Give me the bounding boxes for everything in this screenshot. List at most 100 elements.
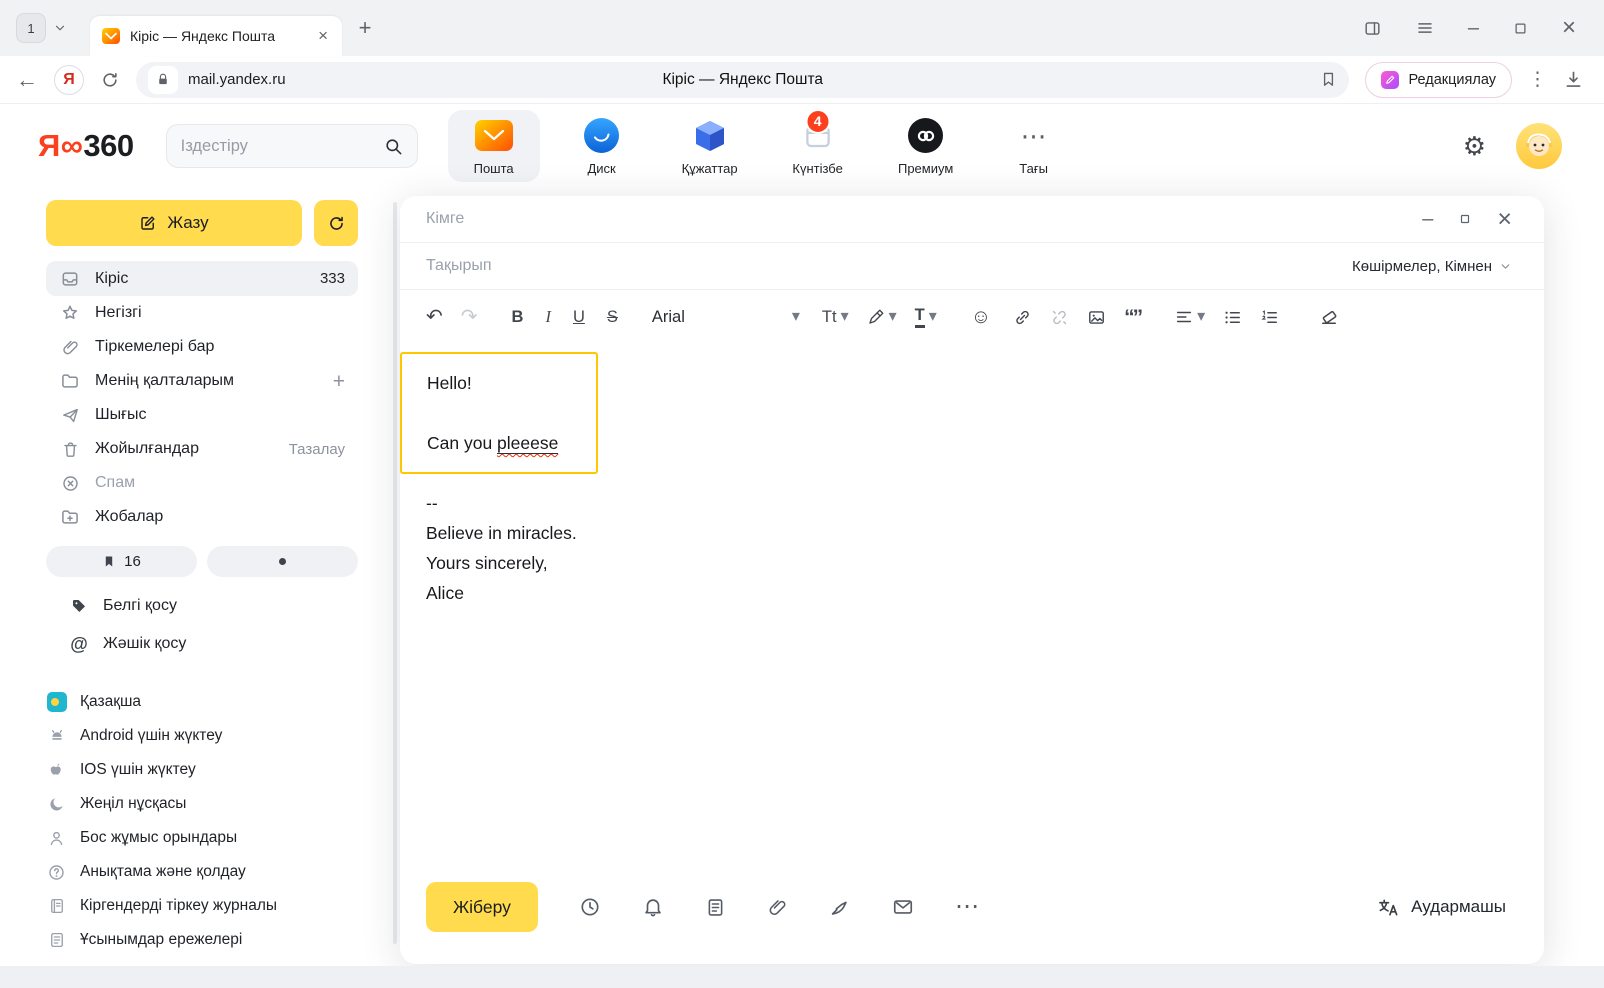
folder-primary[interactable]: Негізгі xyxy=(46,296,358,330)
service-premium[interactable]: Премиум xyxy=(880,110,972,182)
link-label: Ұсынымдар ережелері xyxy=(80,931,242,949)
compose-close-icon[interactable]: × xyxy=(1497,207,1512,232)
add-label-button[interactable]: Белгі қосу xyxy=(68,587,358,625)
align-dropdown[interactable] xyxy=(1175,308,1193,326)
emoji-icon[interactable]: ☺ xyxy=(971,307,991,327)
attach-paperclip-icon[interactable] xyxy=(767,897,788,918)
compose-minimize-icon[interactable]: – xyxy=(1422,209,1433,229)
search-input[interactable]: Іздестіру xyxy=(166,124,418,168)
window-maximize-icon[interactable] xyxy=(1513,21,1528,36)
user-avatar[interactable] xyxy=(1516,123,1562,169)
recommendation-rules-link[interactable]: Ұсынымдар ережелері xyxy=(46,923,358,957)
reminder-bell-icon[interactable] xyxy=(642,896,664,918)
window-close-icon[interactable]: × xyxy=(1562,16,1576,40)
language-link[interactable]: Қазақша xyxy=(46,685,358,719)
bold-button[interactable]: B xyxy=(512,308,524,327)
eraser-icon[interactable] xyxy=(1319,307,1339,327)
document-icon xyxy=(46,931,67,949)
clear-trash-button[interactable]: Тазалау xyxy=(289,441,345,458)
strikethrough-button[interactable]: S xyxy=(607,308,618,327)
add-folder-icon[interactable]: + xyxy=(333,371,345,392)
quote-icon[interactable]: “” xyxy=(1124,307,1141,328)
compose-button[interactable]: Жазу xyxy=(46,200,302,246)
settings-gear-icon[interactable]: ⚙ xyxy=(1463,133,1486,159)
tab-count-button[interactable]: 1 xyxy=(16,13,46,43)
tab-close-icon[interactable]: × xyxy=(316,26,330,46)
folder-projects[interactable]: Жобалар xyxy=(46,500,358,534)
download-icon[interactable] xyxy=(1563,69,1584,90)
bookmark-icon[interactable] xyxy=(1320,71,1337,88)
folder-sent[interactable]: Шығыс xyxy=(46,398,358,432)
chevron-down-icon: ▾ xyxy=(1197,309,1205,325)
yandex-360-logo[interactable]: Я∞360 xyxy=(38,128,134,164)
android-icon xyxy=(46,726,67,746)
envelope-icon[interactable] xyxy=(892,896,914,918)
underline-button[interactable]: U xyxy=(573,308,585,327)
bullet-list-icon[interactable] xyxy=(1223,308,1242,327)
numbered-list-icon[interactable] xyxy=(1260,308,1279,327)
light-version-link[interactable]: Жеңіл нұсқасы xyxy=(46,787,358,821)
redo-icon[interactable]: ↷ xyxy=(461,307,478,327)
service-more[interactable]: ⋯ Тағы xyxy=(988,110,1080,182)
ios-download-link[interactable]: IOS үшін жүктеу xyxy=(46,753,358,787)
vacancies-link[interactable]: Бос жұмыс орындары xyxy=(46,821,358,855)
translator-button[interactable]: Аудармашы xyxy=(1377,896,1506,919)
saved-labels-pill[interactable]: 16 xyxy=(46,546,197,577)
link-icon[interactable] xyxy=(1013,308,1032,327)
font-family-dropdown[interactable]: Arial ▾ xyxy=(652,308,800,327)
search-icon[interactable] xyxy=(384,137,403,156)
apple-icon xyxy=(46,761,67,780)
service-mail[interactable]: Пошта xyxy=(448,110,540,182)
side-panel-icon[interactable] xyxy=(1363,19,1382,38)
folder-inbox[interactable]: Кіріс 333 xyxy=(46,261,358,296)
tab-list-chevron-button[interactable] xyxy=(46,13,74,43)
window-minimize-icon[interactable]: – xyxy=(1468,18,1479,38)
browser-menu-icon[interactable] xyxy=(1416,19,1434,37)
help-support-link[interactable]: Анықтама және қолдау xyxy=(46,855,358,889)
logo-infinity-icon: ∞ xyxy=(61,128,83,164)
folder-with-attachments[interactable]: Тіркемелері бар xyxy=(46,330,358,364)
browser-tab[interactable]: Кіріс — Яндекс Пошта × xyxy=(90,16,342,56)
label-dot-pill[interactable] xyxy=(207,546,358,577)
text-color-button[interactable]: T xyxy=(915,306,925,327)
login-journal-link[interactable]: Кіргендерді тіркеу журналы xyxy=(46,889,358,923)
folder-my-folders[interactable]: Менің қалталарым + xyxy=(46,364,358,398)
service-documents[interactable]: Құжаттар xyxy=(664,110,756,182)
subject-field-placeholder: Тақырып xyxy=(426,257,492,275)
font-size-dropdown[interactable]: Tt xyxy=(822,308,837,327)
to-field[interactable]: Кімге – × xyxy=(400,196,1544,243)
yandex-browser-icon[interactable]: Я xyxy=(54,65,84,95)
to-field-placeholder: Кімге xyxy=(426,210,464,228)
compose-expand-icon[interactable] xyxy=(1459,213,1471,225)
service-calendar[interactable]: 4 Күнтізбе xyxy=(772,110,864,182)
message-body[interactable]: Hello! Can you pleeese -- Believe in mir… xyxy=(400,344,1544,608)
body-line-question: Can you pleeese xyxy=(427,428,596,458)
folder-label: Спам xyxy=(95,474,135,492)
insert-image-icon[interactable] xyxy=(1087,308,1106,327)
folder-spam[interactable]: Спам xyxy=(46,466,358,500)
refresh-button[interactable] xyxy=(314,200,358,246)
highlight-color-button[interactable] xyxy=(867,308,885,326)
sidebar-scrollbar[interactable] xyxy=(393,202,397,944)
schedule-clock-icon[interactable] xyxy=(579,896,601,918)
more-menu-icon[interactable]: ⋮ xyxy=(1528,70,1547,89)
subject-field[interactable]: Тақырып Көшірмелер, Кімнен xyxy=(400,243,1544,290)
undo-icon[interactable]: ↶ xyxy=(426,307,443,327)
android-download-link[interactable]: Android үшін жүктеу xyxy=(46,719,358,753)
back-icon[interactable]: ← xyxy=(16,69,38,91)
new-tab-button[interactable]: + xyxy=(350,13,380,43)
edit-button[interactable]: Редакциялау xyxy=(1365,62,1512,98)
link-label: Android үшін жүктеу xyxy=(80,727,222,745)
signature-pen-icon[interactable] xyxy=(829,896,851,918)
add-mailbox-button[interactable]: @ Жәшік қосу xyxy=(68,625,358,663)
unlink-icon[interactable] xyxy=(1050,308,1069,327)
send-button[interactable]: Жіберу xyxy=(426,882,538,932)
cc-from-toggle[interactable]: Көшірмелер, Кімнен xyxy=(1352,258,1518,275)
reload-icon[interactable] xyxy=(100,70,120,90)
service-disk[interactable]: Диск xyxy=(556,110,648,182)
template-icon[interactable] xyxy=(705,897,726,918)
more-actions-icon[interactable]: ⋯ xyxy=(955,895,979,919)
italic-button[interactable]: I xyxy=(545,307,551,327)
folder-trash[interactable]: Жойылғандар Тазалау xyxy=(46,432,358,466)
url-bar[interactable]: mail.yandex.ru Кіріс — Яндекс Пошта xyxy=(136,62,1349,98)
